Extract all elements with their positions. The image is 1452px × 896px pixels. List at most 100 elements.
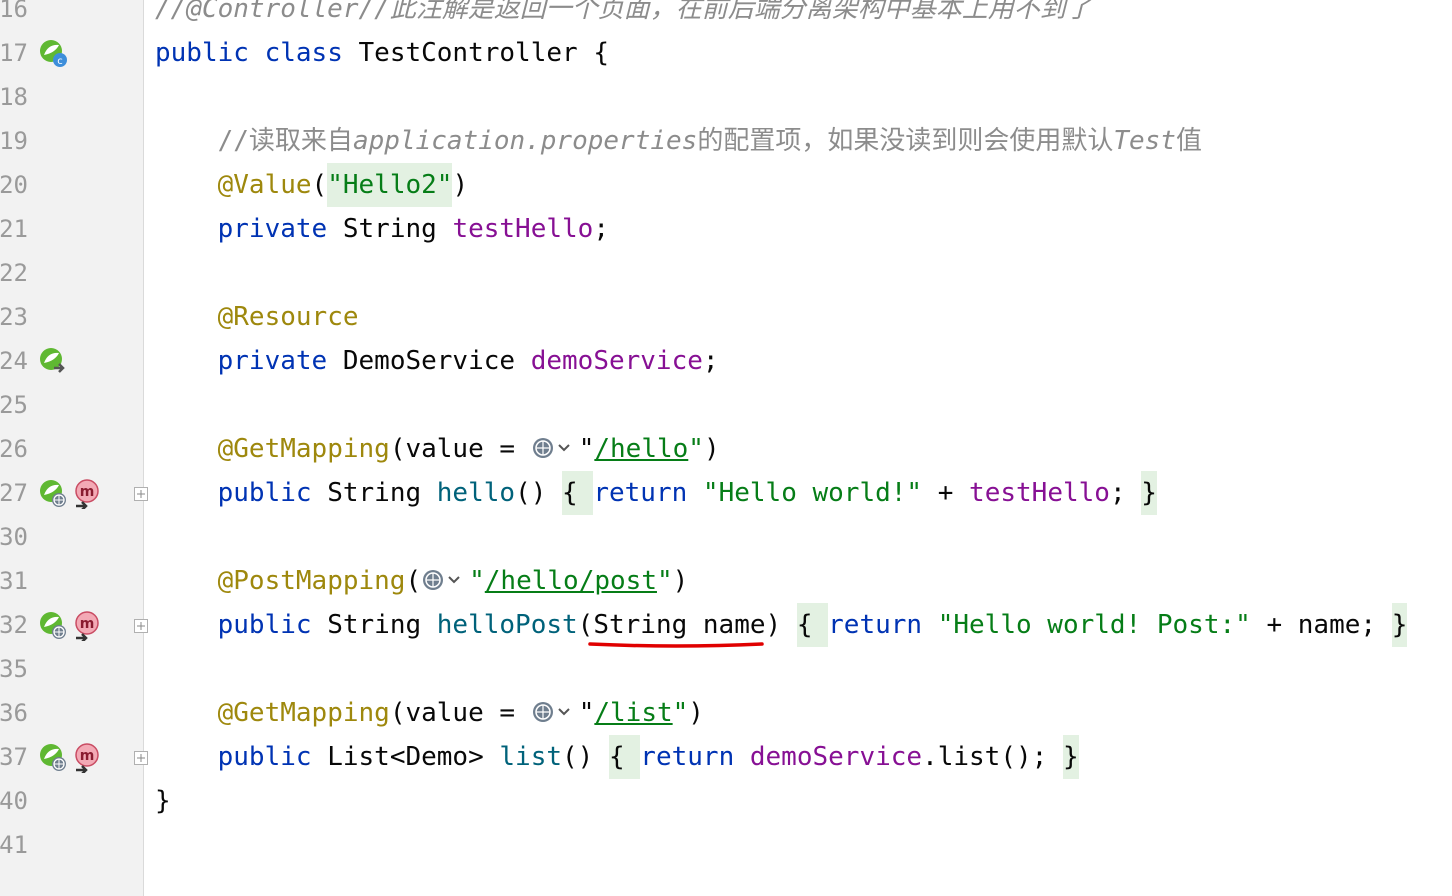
code-token: String [311, 610, 437, 640]
code-token: List<Demo> [311, 742, 500, 772]
code-line[interactable]: 23 @Resource [0, 295, 1452, 339]
code-token: /hello [594, 434, 689, 464]
code-line[interactable]: 36 @GetMapping(value = "/list") [0, 691, 1452, 735]
spring-bean-icon[interactable]: c [38, 39, 68, 69]
method-icon[interactable]: m [72, 611, 102, 643]
code-text[interactable]: } [155, 779, 171, 823]
code-token: " [672, 698, 689, 728]
line-number[interactable]: 40 [0, 779, 28, 823]
code-line[interactable]: 25 [0, 383, 1452, 427]
line-number[interactable]: 37 [0, 735, 28, 779]
code-line[interactable]: 41 [0, 823, 1452, 867]
line-number[interactable]: 31 [0, 559, 28, 603]
line-number[interactable]: 26 [0, 427, 28, 471]
code-line[interactable]: 30 [0, 515, 1452, 559]
line-number[interactable]: 27 [0, 471, 28, 515]
code-token: ) [672, 566, 689, 596]
line-number[interactable]: 36 [0, 691, 28, 735]
code-token: @GetMapping [217, 698, 390, 728]
code-token: @PostMapping [217, 566, 406, 596]
code-text[interactable]: @Resource [155, 295, 359, 339]
line-number[interactable]: 35 [0, 647, 28, 691]
line-number[interactable]: 19 [0, 119, 28, 163]
line-number[interactable]: 32 [0, 603, 28, 647]
line-number[interactable]: 24 [0, 339, 28, 383]
code-line[interactable]: 24 private DemoService demoService; [0, 339, 1452, 383]
request-mapping-icon[interactable] [38, 479, 68, 509]
fold-toggle-icon[interactable] [134, 750, 148, 765]
code-token: { [608, 735, 641, 779]
code-text[interactable]: //@Controller//此注解是返回一个页面，在前后端分离架构中基本上用不… [155, 0, 1092, 31]
code-line[interactable]: 31 @PostMapping("/hello/post") [0, 559, 1452, 603]
code-token: + name; [1250, 610, 1392, 640]
code-line[interactable]: 40} [0, 779, 1452, 823]
code-token: " [688, 434, 704, 464]
line-number[interactable]: 20 [0, 163, 28, 207]
code-text[interactable]: @PostMapping("/hello/post") [155, 559, 689, 603]
globe-icon[interactable] [421, 566, 469, 594]
code-line[interactable]: 37 m public List<Demo> list() { return de… [0, 735, 1452, 779]
code-token: return [593, 478, 688, 508]
line-number[interactable]: 18 [0, 75, 28, 119]
request-mapping-icon[interactable] [38, 743, 68, 773]
fold-toggle-icon[interactable] [134, 618, 148, 633]
code-text[interactable]: private DemoService demoService; [155, 339, 719, 383]
code-line[interactable]: 17 c public class TestController { [0, 31, 1452, 75]
code-token: @Value [217, 170, 312, 200]
globe-icon[interactable] [531, 434, 579, 462]
code-line[interactable]: 26 @GetMapping(value = "/hello") [0, 427, 1452, 471]
code-token: { [796, 603, 829, 647]
code-line[interactable]: 35 [0, 647, 1452, 691]
code-text[interactable]: public String hello() { return "Hello wo… [155, 471, 1157, 515]
code-text[interactable]: public String helloPost(String name) { r… [155, 603, 1408, 647]
line-number[interactable]: 23 [0, 295, 28, 339]
code-token: ; [702, 346, 719, 376]
line-number[interactable]: 25 [0, 383, 28, 427]
code-token: String [327, 214, 453, 244]
code-token: demoService [530, 346, 703, 376]
svg-text:m: m [80, 748, 95, 764]
line-number[interactable]: 41 [0, 823, 28, 867]
code-text[interactable]: public class TestController { [155, 31, 609, 75]
line-number[interactable]: 21 [0, 207, 28, 251]
code-token: /list [594, 698, 673, 728]
code-token: return [828, 610, 923, 640]
request-mapping-icon[interactable] [38, 611, 68, 641]
fold-toggle-icon[interactable] [134, 486, 148, 501]
line-number[interactable]: 22 [0, 251, 28, 295]
method-icon[interactable]: m [72, 743, 102, 775]
code-token: /hello/post [484, 566, 657, 596]
globe-icon[interactable] [531, 698, 579, 726]
line-number[interactable]: 17 [0, 31, 28, 75]
code-line[interactable]: 18 [0, 75, 1452, 119]
code-text[interactable]: //读取来自application.properties的配置项，如果没读到则会… [155, 119, 1202, 163]
code-token: " [578, 698, 595, 728]
code-line[interactable]: 21 private String testHello; [0, 207, 1452, 251]
code-token: hello [436, 478, 516, 508]
code-line[interactable]: 27 m public String hello() { return "Hell… [0, 471, 1452, 515]
method-icon[interactable]: m [72, 479, 102, 511]
line-number[interactable]: 30 [0, 515, 28, 559]
autowired-icon[interactable] [38, 347, 68, 377]
code-line[interactable]: 22 [0, 251, 1452, 295]
code-text[interactable]: public List<Demo> list() { return demoSe… [155, 735, 1079, 779]
code-line[interactable]: 16 //@Controller//此注解是返回一个页面，在前后端分离架构中基本上… [0, 0, 1452, 31]
line-number[interactable]: 16 [0, 0, 28, 31]
code-token: () [562, 742, 609, 772]
code-token: } [1141, 471, 1157, 515]
code-text[interactable]: @Value("Hello2") [155, 163, 468, 207]
code-text[interactable]: private String testHello; [155, 207, 609, 251]
code-line[interactable]: 19 //读取来自application.properties的配置项，如果没读… [0, 119, 1452, 163]
code-text[interactable]: @GetMapping(value = "/list") [155, 691, 704, 735]
code-text[interactable]: @GetMapping(value = "/hello") [155, 427, 720, 471]
code-token: Test [1113, 126, 1176, 156]
code-token: @Resource [217, 302, 359, 332]
code-line[interactable]: 20 @Value("Hello2") [0, 163, 1452, 207]
code-token: } [1062, 735, 1079, 779]
code-token: demoService [749, 742, 923, 772]
